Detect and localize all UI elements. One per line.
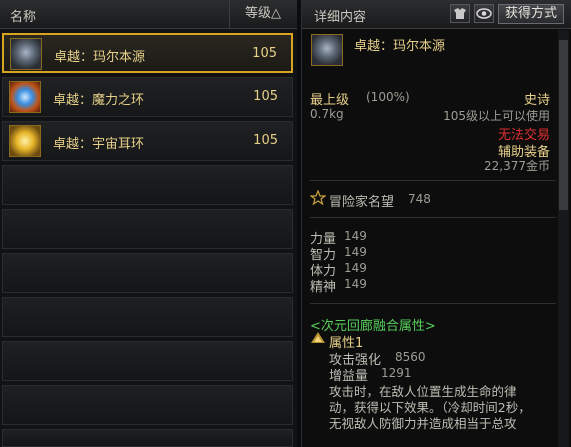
acquire-method-button[interactable]: 获得方式: [498, 4, 564, 24]
stat-value: 149: [344, 261, 367, 275]
stat-value: 149: [344, 245, 367, 259]
list-item-level: 105: [252, 46, 277, 61]
detail-scrollbar[interactable]: [558, 30, 569, 447]
empty-slot: [2, 209, 293, 249]
level-requirement: 105级以上可以使用: [443, 109, 550, 123]
fame-icon: [309, 189, 327, 210]
scrollbar-thumb[interactable]: [559, 40, 568, 210]
empty-slot: [2, 429, 293, 447]
effect-text-line: 无视敌人防御力并造成相当于总攻: [329, 416, 517, 431]
item-weight: 0.7kg: [310, 107, 344, 121]
stat-value: 149: [344, 229, 367, 243]
detail-panel: 详细内容 获得方式 卓越：玛尔本源 最上级 (100%) 史诗 0.7kg 10…: [301, 0, 571, 447]
attribute-icon: [310, 331, 326, 351]
relic-icon: [311, 34, 343, 66]
stat-name: 精神: [310, 280, 337, 295]
list-item[interactable]: 卓越：魔力之环 105: [2, 77, 293, 117]
item-price: 22,377金币: [484, 159, 550, 173]
eye-icon[interactable]: [474, 4, 494, 23]
item-list-panel: 名称 等级△ 卓越：玛尔本源 105 卓越：魔力之环 105 卓越：宇宙耳环 1…: [0, 0, 297, 447]
divider: [310, 180, 556, 181]
cosmic-earring-icon: [9, 125, 41, 157]
fame-value: 748: [408, 192, 431, 206]
list-item-level: 105: [253, 133, 278, 148]
list-header: 名称 等级△: [0, 0, 297, 29]
divider: [310, 217, 556, 218]
magic-ring-icon: [9, 81, 41, 113]
empty-slot: [2, 253, 293, 293]
list-item-label: 卓越：宇宙耳环: [53, 137, 145, 152]
empty-slot: [2, 341, 293, 381]
list-item[interactable]: 卓越：玛尔本源 105: [2, 33, 293, 73]
stat-value: 149: [344, 277, 367, 291]
fame-label: 冒险家名望: [329, 195, 395, 210]
item-name: 卓越：玛尔本源: [354, 39, 446, 54]
relic-icon: [10, 38, 42, 70]
item-grade: 最上级: [310, 93, 350, 108]
wardrobe-icon[interactable]: [450, 4, 470, 23]
item-detail-content: 卓越：玛尔本源 最上级 (100%) 史诗 0.7kg 105级以上可以使用 无…: [302, 30, 556, 447]
detail-title: 详细内容: [314, 10, 367, 25]
empty-slot: [2, 297, 293, 337]
list-item-label: 卓越：玛尔本源: [54, 50, 146, 65]
list-item[interactable]: 卓越：宇宙耳环 105: [2, 121, 293, 161]
gain-value: 1291: [381, 366, 412, 380]
list-item-label: 卓越：魔力之环: [53, 93, 145, 108]
item-grade-percent: (100%): [366, 90, 410, 104]
attack-boost-value: 8560: [395, 350, 426, 364]
column-name-header[interactable]: 名称: [10, 6, 36, 25]
list-item-level: 105: [253, 89, 278, 104]
empty-slot: [2, 165, 293, 205]
column-level-sort[interactable]: 等级△: [229, 0, 296, 28]
empty-slot: [2, 385, 293, 425]
item-rarity: 史诗: [523, 93, 550, 108]
divider: [310, 303, 556, 304]
detail-header: 详细内容 获得方式: [302, 0, 571, 29]
